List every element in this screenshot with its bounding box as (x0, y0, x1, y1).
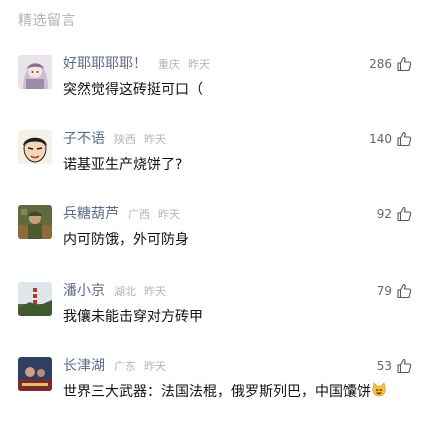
thumbs-up-icon (397, 358, 412, 374)
comment-item: 长津湖 广东 昨天 53 世界三大武器：法国法棍，俄罗斯列巴，中国馕饼 (0, 357, 430, 431)
like-count: 92 (376, 207, 392, 221)
thumbs-up-icon (397, 283, 412, 299)
comment-text-body: 世界三大武器：法国法棍，俄罗斯列巴，中国馕饼 (63, 384, 371, 400)
avatar[interactable] (18, 55, 52, 89)
commenter-name[interactable]: 子不语 (63, 130, 105, 148)
cartoon-face-avatar-icon (18, 130, 52, 164)
comment-item: 潘小京 湖北 昨天 79 我儴未能击穿对方砖甲 (0, 282, 430, 356)
comment-text: 诺基亚生产烧饼了? (63, 157, 183, 173)
comment-text: 我儴未能击穿对方砖甲 (63, 309, 203, 325)
commenter-name[interactable]: 长津湖 (63, 357, 105, 375)
commenter-name[interactable]: 潘小京 (63, 282, 105, 300)
movie-poster-avatar-icon (18, 357, 52, 391)
comment-item: 子不语 陕西 昨天 140 诺基亚生产烧饼了? (0, 130, 430, 204)
comment-text: 内可防饿，外可防身 (63, 232, 189, 248)
comment-time: 昨天 (144, 133, 166, 146)
thumbs-up-icon (397, 206, 412, 222)
like-count: 79 (376, 284, 392, 298)
thumbs-up-icon (397, 56, 412, 72)
comment-time: 昨天 (158, 208, 180, 221)
avatar[interactable] (18, 357, 52, 391)
commenter-name[interactable]: 好耶耶耶耶！ (63, 55, 147, 73)
like-button[interactable]: 79 (377, 282, 412, 300)
comment-section: 精选留言 好耶耶耶耶！ 重庆 昨天 286 突然觉得这砖挺可口（ 子不语 陕西 … (0, 0, 430, 406)
comment-time: 昨天 (144, 360, 166, 373)
comment-location: 广西 (128, 208, 150, 221)
like-button[interactable]: 53 (377, 357, 412, 375)
like-count: 53 (376, 359, 392, 373)
comment-text: 世界三大武器：法国法棍，俄罗斯列巴，中国馕饼 (63, 382, 387, 402)
like-count: 140 (369, 132, 392, 146)
like-button[interactable]: 286 (369, 55, 412, 73)
avatar[interactable] (18, 282, 52, 316)
comment-location: 陕西 (114, 133, 136, 146)
avatar[interactable] (18, 130, 52, 164)
comment-text: 突然觉得这砖挺可口（ (63, 82, 203, 98)
thumbs-up-icon (397, 131, 412, 147)
comment-time: 昨天 (144, 285, 166, 298)
avatar[interactable] (18, 205, 52, 239)
tower-photo-avatar-icon (18, 282, 52, 316)
comment-time: 昨天 (188, 58, 210, 71)
comment-location: 重庆 (158, 58, 180, 71)
grinning-cat-emoji-icon (372, 382, 386, 397)
section-title: 精选留言 (18, 13, 76, 29)
comment-item: 好耶耶耶耶！ 重庆 昨天 286 突然觉得这砖挺可口（ (0, 55, 430, 129)
comment-item: 兵糖葫芦 广西 昨天 92 内可防饿，外可防身 (0, 205, 430, 279)
anime-girl-avatar-icon (18, 55, 52, 89)
comment-location: 广东 (114, 360, 136, 373)
commenter-name[interactable]: 兵糖葫芦 (63, 205, 119, 223)
like-button[interactable]: 92 (377, 205, 412, 223)
comment-location: 湖北 (114, 285, 136, 298)
like-button[interactable]: 140 (369, 130, 412, 148)
soldier-photo-avatar-icon (18, 205, 52, 239)
like-count: 286 (369, 57, 392, 71)
